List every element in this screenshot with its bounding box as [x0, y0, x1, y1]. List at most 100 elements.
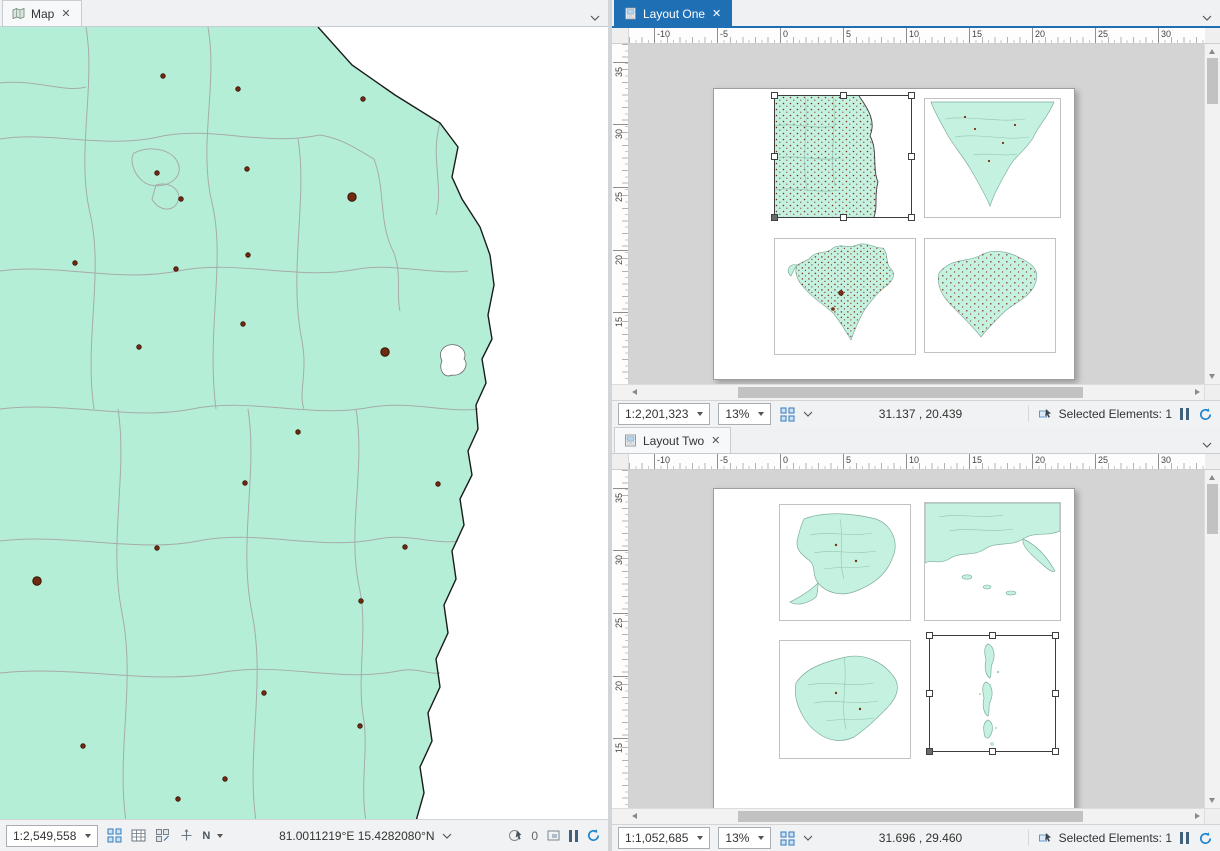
layout-zoom-combo[interactable]: 13%	[718, 403, 772, 425]
snapping-icon[interactable]	[779, 830, 796, 847]
selection-handle[interactable]	[771, 153, 778, 160]
selected-elements-group[interactable]: Selected Elements: 1	[1037, 406, 1172, 423]
pause-drawing-button[interactable]	[569, 829, 578, 842]
layout-one-pane: Layout One ✕ -10 -5 0 5 10 15 20 25 30 3…	[612, 0, 1220, 427]
horizontal-scrollbar[interactable]	[612, 384, 1220, 400]
close-icon[interactable]: ✕	[711, 7, 722, 20]
scroll-down-arrow[interactable]	[1209, 374, 1215, 379]
ruler-label: 15	[614, 316, 624, 327]
layout-scale-value: 1:2,201,323	[625, 407, 689, 421]
chevron-down-icon[interactable]	[803, 835, 813, 841]
attribute-table-icon[interactable]	[130, 827, 147, 844]
scrollbar-thumb[interactable]	[1207, 58, 1218, 104]
scrollbar-thumb[interactable]	[738, 387, 1083, 398]
refresh-icon[interactable]	[1197, 830, 1214, 847]
selection-handle[interactable]	[989, 748, 996, 755]
selected-elements-group[interactable]: Selected Elements: 1	[1037, 830, 1172, 847]
ruler-label: 15	[972, 29, 983, 39]
scroll-down-arrow[interactable]	[1209, 798, 1215, 803]
chevron-down-icon[interactable]	[590, 10, 600, 24]
layout-two-tabstrip: Layout Two ✕	[612, 427, 1220, 454]
selection-handle[interactable]	[839, 92, 847, 99]
map-frame[interactable]	[779, 640, 911, 759]
selected-elements-icon	[1037, 830, 1054, 847]
tab-layout-one-label: Layout One	[643, 6, 706, 21]
refresh-icon[interactable]	[1197, 406, 1214, 423]
map-frame[interactable]	[924, 98, 1061, 218]
layout-scale-combo[interactable]: 1:1,052,685	[618, 827, 711, 849]
selection-handle[interactable]	[771, 92, 778, 99]
close-icon[interactable]: ✕	[710, 434, 721, 447]
scroll-right-arrow[interactable]	[1195, 813, 1200, 819]
map-statusbar: 1:2,549,558 N 81.0011219°E 15.4282080°N …	[0, 819, 608, 851]
scroll-right-arrow[interactable]	[1195, 389, 1200, 395]
pause-drawing-button[interactable]	[1180, 832, 1189, 844]
scrollbar-thumb[interactable]	[1207, 484, 1218, 534]
selection-count-icon[interactable]	[507, 827, 524, 844]
north-arrow-icon[interactable]: N	[202, 830, 210, 842]
layout-scale-combo[interactable]: 1:2,201,323	[618, 403, 711, 425]
scroll-up-arrow[interactable]	[1209, 49, 1215, 54]
refresh-icon[interactable]	[585, 827, 602, 844]
grid-edit-icon[interactable]	[154, 827, 171, 844]
chevron-down-icon[interactable]	[217, 833, 224, 838]
scroll-left-arrow[interactable]	[632, 813, 637, 819]
selection-handle[interactable]	[1052, 632, 1059, 639]
layout-one-statusbar: 1:2,201,323 13% 31.137 , 20.439 Selected…	[612, 400, 1220, 427]
extent-indicator-icon[interactable]	[545, 827, 562, 844]
layout-page	[713, 88, 1075, 380]
horizontal-ruler: -10 -5 0 5 10 15 20 25 30	[629, 454, 1205, 470]
map-frame[interactable]	[779, 504, 911, 621]
map-frame[interactable]	[924, 502, 1061, 621]
ruler-label: 20	[1035, 455, 1046, 465]
selection-handle[interactable]	[1052, 748, 1059, 755]
map-frame-selected[interactable]	[771, 92, 915, 221]
tab-map[interactable]: Map ✕	[2, 0, 82, 26]
ruler-corner	[1205, 454, 1220, 470]
snapping-icon[interactable]	[106, 827, 123, 844]
ruler-label: 25	[1098, 29, 1109, 39]
pause-drawing-button[interactable]	[1180, 408, 1189, 420]
horizontal-scrollbar[interactable]	[612, 808, 1220, 824]
ruler-label: -5	[720, 29, 729, 39]
scrollbar-thumb[interactable]	[738, 811, 1083, 822]
selected-elements-label: Selected Elements: 1	[1058, 407, 1172, 421]
scroll-up-arrow[interactable]	[1209, 475, 1215, 480]
selection-handle[interactable]	[839, 214, 847, 221]
map-coordinates-value: 81.0011219°E 15.4282080°N	[279, 828, 435, 843]
vertical-scrollbar[interactable]	[1204, 44, 1220, 384]
map-coordinates-readout: 81.0011219°E 15.4282080°N	[231, 829, 499, 843]
layout-coordinates-readout: 31.696 , 29.460	[821, 831, 1019, 845]
tab-layout-two[interactable]: Layout Two ✕	[614, 427, 732, 453]
chevron-down-icon[interactable]	[1202, 437, 1212, 451]
vertical-scrollbar[interactable]	[1204, 470, 1220, 808]
chevron-down-icon[interactable]	[442, 833, 452, 839]
selection-handle[interactable]	[908, 92, 915, 99]
move-cross-icon[interactable]	[178, 827, 195, 844]
tab-layout-one[interactable]: Layout One ✕	[614, 0, 733, 26]
selection-anchor-handle[interactable]	[926, 748, 933, 755]
close-icon[interactable]: ✕	[60, 7, 71, 20]
layout-zoom-combo[interactable]: 13%	[718, 827, 772, 849]
selection-handle[interactable]	[926, 632, 933, 639]
ruler-label: 20	[614, 680, 624, 691]
map-frame[interactable]	[924, 238, 1056, 353]
scroll-left-arrow[interactable]	[632, 389, 637, 395]
selection-handle[interactable]	[926, 690, 933, 697]
layout-two-canvas[interactable]	[629, 470, 1204, 808]
selection-handle[interactable]	[908, 214, 915, 221]
map-canvas[interactable]	[0, 27, 608, 819]
chevron-down-icon[interactable]	[803, 411, 813, 417]
map-frame[interactable]	[774, 238, 916, 355]
selection-handle[interactable]	[1052, 690, 1059, 697]
layout-one-canvas[interactable]	[629, 44, 1204, 384]
map-frame-selected[interactable]	[926, 632, 1059, 755]
selection-handle[interactable]	[908, 153, 915, 160]
dropdown-arrow-icon	[758, 412, 765, 416]
map-scale-combo[interactable]: 1:2,549,558	[6, 824, 99, 847]
chevron-down-icon[interactable]	[1202, 10, 1212, 24]
selection-handle[interactable]	[989, 632, 996, 639]
selection-anchor-handle[interactable]	[771, 214, 778, 221]
snapping-icon[interactable]	[779, 406, 796, 423]
ruler-label: 35	[614, 66, 624, 77]
